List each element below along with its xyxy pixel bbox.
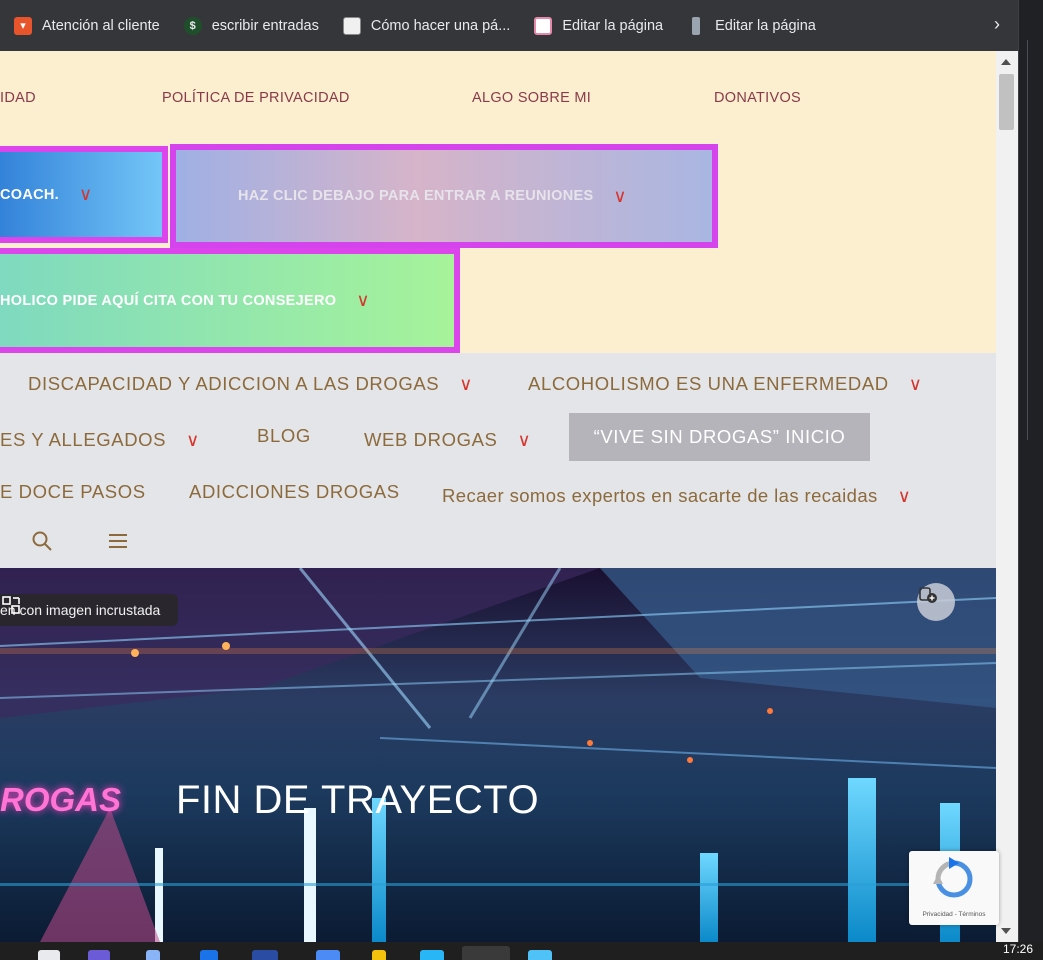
pin-icon xyxy=(692,16,701,35)
top-navigation: IDAD POLÍTICA DE PRIVACIDAD ALGO SOBRE M… xyxy=(0,51,996,353)
os-taskbar: 17:26 xyxy=(0,942,1043,960)
nav-item-label: ES Y ALLEGADOS xyxy=(0,429,167,450)
bookmark-label: Atención al cliente xyxy=(42,17,160,34)
chevron-down-icon: ∨ xyxy=(908,373,923,394)
mega-item-label: HOLICO PIDE AQUÍ CITA CON TU CONSEJERO xyxy=(0,292,337,309)
mega-item-cita-consejero[interactable]: HOLICO PIDE AQUÍ CITA CON TU CONSEJERO ∨ xyxy=(0,248,460,353)
bookmark-label: Editar la página xyxy=(715,17,816,34)
chevron-down-icon: ∨ xyxy=(186,429,200,450)
bookmark-label: Editar la página xyxy=(562,17,664,34)
scrollbar-thumb[interactable] xyxy=(999,74,1014,130)
taskbar-app-icon[interactable] xyxy=(372,950,386,960)
chip-label: en con imagen incrustada xyxy=(0,602,161,618)
site-icon xyxy=(534,16,553,35)
taskbar-app-icon[interactable] xyxy=(528,950,552,960)
taskbar-active-app[interactable] xyxy=(462,946,510,960)
nav-item-alcoholismo[interactable]: ALCOHOLISMO ES UNA ENFERMEDAD ∨ xyxy=(528,373,923,395)
taskbar-app-icon[interactable] xyxy=(252,950,278,960)
bookmark-label: Cómo hacer una pá... xyxy=(370,17,511,34)
hamburger-menu-icon[interactable] xyxy=(106,529,130,553)
neon-text: ROGAS xyxy=(0,781,122,818)
nav-item-label: DISCAPACIDAD Y ADICCION A LAS DROGAS xyxy=(28,373,440,394)
nav-item-web-drogas[interactable]: WEB DROGAS ∨ xyxy=(364,429,531,451)
recaptcha-badge[interactable]: Privacidad - Términos xyxy=(909,851,999,925)
nav-item-label: BLOG xyxy=(257,425,311,446)
chevron-down-icon: ∨ xyxy=(897,485,912,506)
taskbar-clock[interactable]: 17:26 xyxy=(1003,942,1033,956)
mega-item-coach[interactable]: COACH. ∨ xyxy=(0,146,168,243)
scroll-up-arrow-icon[interactable] xyxy=(1001,59,1011,65)
taskbar-app-icon[interactable] xyxy=(88,950,110,960)
bookmarks-bar: ▾ Atención al cliente $ escribir entrada… xyxy=(0,0,1018,51)
nav-item-blog[interactable]: BLOG xyxy=(257,425,311,447)
chevron-right-icon[interactable]: › xyxy=(994,14,1000,35)
storefront-icon: ▾ xyxy=(14,16,32,35)
nav-item-label: WEB DROGAS xyxy=(364,429,498,450)
bookmark-escribir-entradas[interactable]: $ escribir entradas xyxy=(170,0,329,51)
nav-item-recaer[interactable]: Recaer somos expertos en sacarte de las … xyxy=(442,485,911,507)
recaptcha-logo-icon xyxy=(933,857,973,898)
bookmark-editar-pagina-1[interactable]: Editar la página xyxy=(520,0,673,51)
page-icon xyxy=(342,16,361,35)
chevron-down-icon: ∨ xyxy=(613,185,627,206)
topnav-link-algo-sobre-mi[interactable]: ALGO SOBRE MI xyxy=(472,90,591,106)
bookmark-atencion-cliente[interactable]: ▾ Atención al cliente xyxy=(0,0,170,51)
nav-item-doce-pasos[interactable]: E DOCE PASOS xyxy=(0,481,146,503)
open-external-icon xyxy=(2,596,20,614)
nav-item-adicciones-drogas[interactable]: ADICCIONES DROGAS xyxy=(189,481,400,503)
taskbar-app-icon[interactable] xyxy=(38,950,60,960)
topnav-link-privacidad[interactable]: POLÍTICA DE PRIVACIDAD xyxy=(162,90,350,106)
scroll-down-arrow-icon[interactable] xyxy=(1001,928,1011,934)
taskbar-app-icon[interactable] xyxy=(146,950,160,960)
chevron-down-icon: ∨ xyxy=(459,373,474,394)
mega-item-label: HAZ CLIC DEBAJO PARA ENTRAR A REUNIONES xyxy=(238,188,594,204)
taskbar-app-icon[interactable] xyxy=(420,950,444,960)
vertical-scrollbar[interactable] xyxy=(996,51,1018,942)
nav-item-allegados[interactable]: ES Y ALLEGADOS ∨ xyxy=(0,429,200,451)
bookmark-editar-pagina-2[interactable]: Editar la página xyxy=(673,0,826,51)
copy-image-button[interactable] xyxy=(917,583,955,621)
recaptcha-footer[interactable]: Privacidad - Términos xyxy=(909,911,999,918)
taskbar-app-icon[interactable] xyxy=(316,950,340,960)
nav-item-label: E DOCE PASOS xyxy=(0,481,146,502)
taskbar-app-icon[interactable] xyxy=(200,950,218,960)
browser-side-panel xyxy=(1018,0,1043,960)
main-navigation: DISCAPACIDAD Y ADICCION A LAS DROGAS ∨ A… xyxy=(0,353,996,568)
mega-item-reuniones[interactable]: HAZ CLIC DEBAJO PARA ENTRAR A REUNIONES … xyxy=(170,144,718,248)
topnav-link-idad[interactable]: IDAD xyxy=(0,90,36,106)
chevron-down-icon: ∨ xyxy=(517,429,532,450)
chevron-down-icon: ∨ xyxy=(356,290,370,310)
dollar-icon: $ xyxy=(183,16,202,35)
chevron-down-icon: ∨ xyxy=(79,184,93,204)
nav-item-label: ALCOHOLISMO ES UNA ENFERMEDAD xyxy=(528,373,889,394)
page-viewport: IDAD POLÍTICA DE PRIVACIDAD ALGO SOBRE M… xyxy=(0,51,996,942)
bookmark-label: escribir entradas xyxy=(211,17,319,34)
nav-item-label: ADICCIONES DROGAS xyxy=(189,481,400,502)
mega-item-label: COACH. xyxy=(0,186,59,203)
embedded-image-chip[interactable]: en con imagen incrustada xyxy=(0,594,179,626)
bookmark-como-hacer[interactable]: Cómo hacer una pá... xyxy=(329,0,520,51)
nav-item-label: Recaer somos expertos en sacarte de las … xyxy=(442,485,878,506)
nav-item-discapacidad[interactable]: DISCAPACIDAD Y ADICCION A LAS DROGAS ∨ xyxy=(28,373,473,395)
search-icon[interactable] xyxy=(30,529,54,553)
topnav-link-donativos[interactable]: DONATIVOS xyxy=(714,90,801,106)
hero-image: en con imagen incrustada ROGAS FIN DE TR… xyxy=(0,568,996,942)
vive-sin-drogas-button[interactable]: “VIVE SIN DROGAS” INICIO xyxy=(569,413,870,461)
hero-title: FIN DE TRAYECTO xyxy=(176,778,540,822)
copy-icon xyxy=(919,587,937,603)
